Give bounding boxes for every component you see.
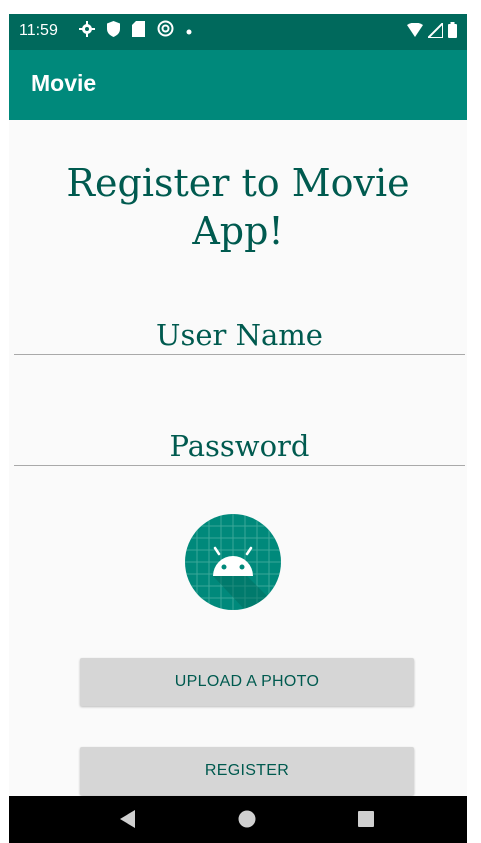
status-bar: 11:59 <box>9 14 467 50</box>
password-field[interactable]: Password <box>14 421 465 466</box>
shield-icon <box>107 20 120 42</box>
page-title-line-1: Register to Movie <box>66 161 410 205</box>
gear-icon <box>79 20 95 42</box>
app-bar: Movie <box>9 50 467 120</box>
wifi-icon <box>407 22 423 42</box>
page-title-line-2: App! <box>192 209 284 253</box>
battery-icon <box>448 22 457 43</box>
dot-icon <box>186 22 192 40</box>
recents-icon[interactable] <box>357 810 375 833</box>
status-time: 11:59 <box>19 22 58 39</box>
home-icon[interactable] <box>238 810 256 833</box>
register-button[interactable]: REGISTER <box>80 747 414 795</box>
notification-icons <box>79 20 192 42</box>
sync-icon <box>157 20 174 42</box>
profile-photo[interactable] <box>185 514 281 610</box>
username-field[interactable]: User Name <box>14 310 465 355</box>
app-title: Movie <box>31 70 97 96</box>
password-hint: Password <box>169 429 310 463</box>
navigation-bar <box>9 796 467 843</box>
back-icon[interactable] <box>119 810 137 833</box>
signal-icon <box>425 20 444 43</box>
system-icons <box>407 20 457 43</box>
username-hint: User Name <box>156 318 323 352</box>
page-title: Register to Movie App! <box>9 159 467 255</box>
android-icon <box>185 514 281 610</box>
upload-photo-button[interactable]: UPLOAD A PHOTO <box>80 658 414 706</box>
sd-card-icon <box>132 20 145 42</box>
phone-screen: 11:59 Movie Register to Movie App! User … <box>9 14 467 843</box>
